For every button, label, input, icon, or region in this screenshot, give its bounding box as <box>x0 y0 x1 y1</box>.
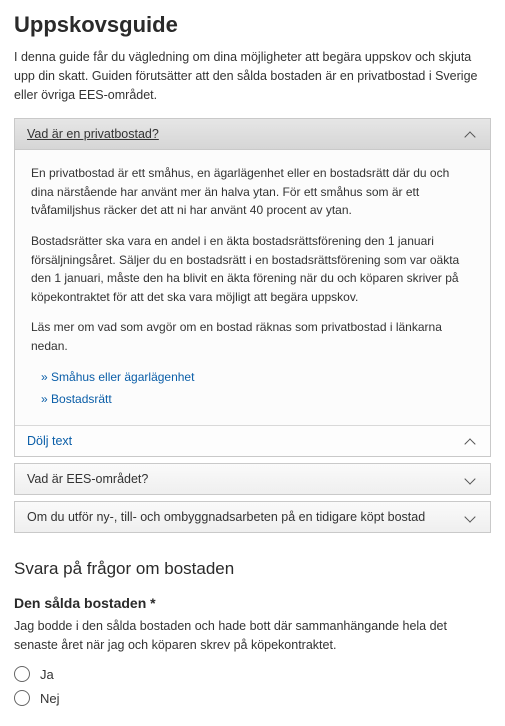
accordion-header-privatbostad[interactable]: Vad är en privatbostad? <box>15 119 490 150</box>
acc-paragraph: En privatbostad är ett småhus, en ägarlä… <box>31 164 474 220</box>
link-smahus[interactable]: Småhus eller ägarlägenhet <box>41 368 474 387</box>
radio-circle-icon <box>14 690 30 706</box>
link-bostadsratt[interactable]: Bostadsrätt <box>41 390 474 409</box>
page-title: Uppskovsguide <box>14 12 491 38</box>
hide-link-label: Dölj text <box>27 434 72 448</box>
accordion-ombyggnad: Om du utför ny-, till- och ombyggnadsarb… <box>14 501 491 533</box>
radio-label: Ja <box>40 667 54 682</box>
accordion-privatbostad: Vad är en privatbostad? En privatbostad … <box>14 118 491 457</box>
accordion-header-ombyggnad[interactable]: Om du utför ny-, till- och ombyggnadsarb… <box>15 502 490 532</box>
accordion-title: Vad är EES-området? <box>27 472 148 486</box>
intro-text: I denna guide får du vägledning om dina … <box>14 48 491 104</box>
accordion-title: Vad är en privatbostad? <box>27 127 159 141</box>
question-label: Den sålda bostaden * <box>14 595 491 611</box>
radio-option-nej[interactable]: Nej <box>14 690 491 706</box>
radio-label: Nej <box>40 691 60 706</box>
accordion-body-privatbostad: En privatbostad är ett småhus, en ägarlä… <box>15 150 490 425</box>
hide-text-bar[interactable]: Dölj text <box>15 425 490 456</box>
accordion-header-ees[interactable]: Vad är EES-området? <box>15 464 490 494</box>
acc-paragraph: Bostadsrätter ska vara en andel i en äkt… <box>31 232 474 306</box>
chevron-down-icon <box>466 473 478 485</box>
link-list: Småhus eller ägarlägenhet Bostadsrätt <box>31 368 474 409</box>
accordion-title: Om du utför ny-, till- och ombyggnadsarb… <box>27 510 425 524</box>
chevron-up-icon <box>466 435 478 447</box>
question-text: Jag bodde i den sålda bostaden och hade … <box>14 617 491 655</box>
radio-option-ja[interactable]: Ja <box>14 666 491 682</box>
chevron-down-icon <box>466 511 478 523</box>
chevron-up-icon <box>466 128 478 140</box>
radio-circle-icon <box>14 666 30 682</box>
acc-paragraph: Läs mer om vad som avgör om en bostad rä… <box>31 318 474 355</box>
section-heading-fragor: Svara på frågor om bostaden <box>14 559 491 579</box>
accordion-ees: Vad är EES-området? <box>14 463 491 495</box>
